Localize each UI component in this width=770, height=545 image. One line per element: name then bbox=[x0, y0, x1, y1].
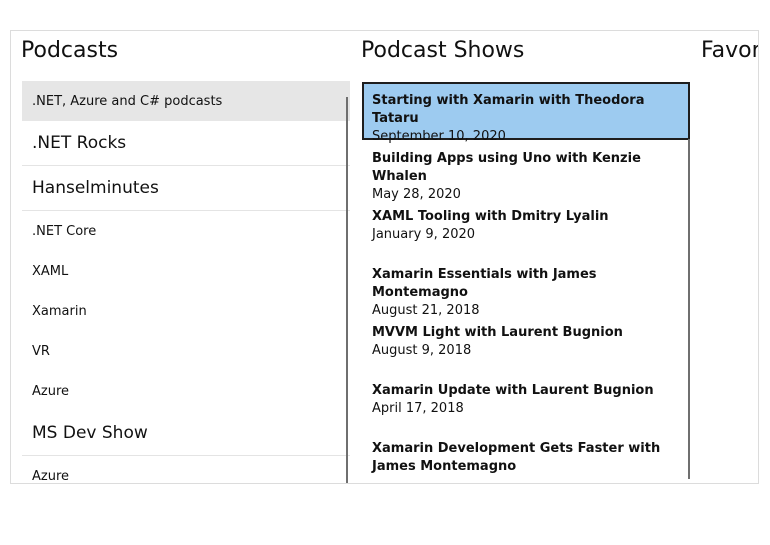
favorites-header: Favor bbox=[701, 38, 759, 63]
podcasts-header: Podcasts bbox=[21, 38, 119, 63]
show-title: Xamarin Development Gets Faster with Jam… bbox=[372, 441, 661, 474]
podcast-label: .NET Core bbox=[32, 223, 97, 239]
show-date: April 17, 2018 bbox=[372, 401, 464, 416]
podcast-group[interactable]: .NET Rocks bbox=[22, 121, 350, 166]
show-item[interactable]: MVVM Light with Laurent Bugnion August 9,… bbox=[362, 314, 690, 372]
show-date: January 9, 2020 bbox=[372, 227, 476, 242]
show-item[interactable]: Xamarin Update with Laurent Bugnion April… bbox=[362, 372, 690, 430]
podcast-category-header[interactable]: .NET, Azure and C# podcasts bbox=[22, 81, 350, 121]
show-item[interactable]: Building Apps using Uno with Kenzie Whal… bbox=[362, 140, 690, 202]
show-list[interactable]: Starting with Xamarin with Theodora Tata… bbox=[362, 82, 690, 483]
show-list-scrollbar[interactable] bbox=[688, 139, 690, 479]
podcast-label: XAML bbox=[32, 263, 69, 279]
show-item-selected[interactable]: Starting with Xamarin with Theodora Tata… bbox=[362, 82, 690, 144]
show-title: Xamarin Update with Laurent Bugnion bbox=[372, 383, 654, 398]
show-title: MVVM Light with Laurent Bugnion bbox=[372, 325, 623, 340]
podcast-list-scrollbar[interactable] bbox=[346, 97, 348, 483]
podcast-topic-item[interactable]: Azure bbox=[22, 371, 350, 411]
podcast-topic-item[interactable]: Xamarin bbox=[22, 291, 350, 331]
podcast-label: .NET, Azure and C# podcasts bbox=[32, 93, 223, 109]
show-date: August 9, 2018 bbox=[372, 343, 472, 358]
show-title: XAML Tooling with Dmitry Lyalin bbox=[372, 209, 609, 224]
podcast-label: MS Dev Show bbox=[32, 423, 148, 443]
podcast-label: .NET Rocks bbox=[32, 133, 127, 153]
show-title: Building Apps using Uno with Kenzie Whal… bbox=[372, 151, 641, 184]
show-item[interactable]: XAML Tooling with Dmitry Lyalin January 9… bbox=[362, 198, 690, 256]
show-item[interactable]: Xamarin Development Gets Faster with Jam… bbox=[362, 430, 690, 483]
podcast-label: Xamarin bbox=[32, 303, 87, 319]
show-title: Xamarin Essentials with James Montemagno bbox=[372, 267, 597, 300]
app-frame: Podcasts Podcast Shows Favor .NET, Azure… bbox=[10, 30, 759, 484]
podcast-label: Hanselminutes bbox=[32, 178, 159, 198]
podcast-group[interactable]: MS Dev Show bbox=[22, 411, 350, 456]
podcast-label: Azure bbox=[32, 383, 70, 399]
podcast-topic-item[interactable]: Azure bbox=[22, 456, 350, 484]
podcast-list[interactable]: .NET, Azure and C# podcasts .NET Rocks Han… bbox=[22, 81, 350, 484]
show-item[interactable]: Xamarin Essentials with James Montemagno… bbox=[362, 256, 690, 318]
podcast-group[interactable]: Hanselminutes bbox=[22, 166, 350, 211]
show-title: Starting with Xamarin with Theodora Tata… bbox=[372, 93, 645, 126]
podcast-topic-item[interactable]: VR bbox=[22, 331, 350, 371]
podcast-shows-header: Podcast Shows bbox=[361, 38, 525, 63]
podcast-topic-item[interactable]: .NET Core bbox=[22, 211, 350, 251]
podcast-label: VR bbox=[32, 343, 50, 359]
podcast-topic-item[interactable]: XAML bbox=[22, 251, 350, 291]
podcast-label: Azure bbox=[32, 468, 70, 484]
